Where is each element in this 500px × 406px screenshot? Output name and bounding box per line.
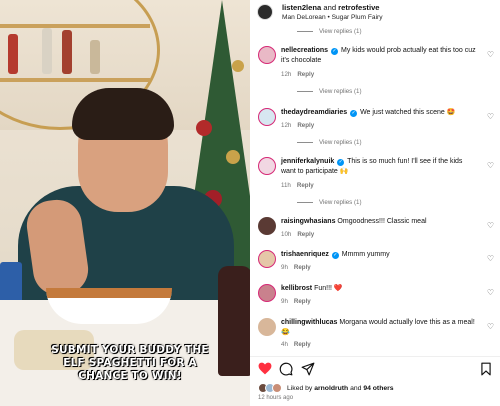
comment-username[interactable]: thedaydreamdiaries: [281, 109, 347, 116]
comment-text: trishaenriquez ✓ Mmmm yummy: [281, 250, 477, 260]
comment-username[interactable]: trishaenriquez: [281, 251, 329, 258]
comment-username[interactable]: chillingwithlucas: [281, 319, 337, 326]
actions-divider: [250, 356, 500, 357]
authors-conjunction: and: [321, 3, 339, 12]
comment-text: thedaydreamdiaries ✓ We just watched thi…: [281, 108, 477, 118]
view-replies-link[interactable]: View replies (1): [297, 199, 362, 206]
comment-meta: 12h Reply: [281, 71, 314, 78]
comment-text: kellibrost Fun!!! ❤️: [281, 284, 477, 294]
comment-text: raisingwhasians Omgoodness!!! Classic me…: [281, 217, 477, 227]
person-hair: [72, 88, 174, 140]
reply-button[interactable]: Reply: [294, 298, 311, 305]
comment-meta: 9h Reply: [281, 298, 311, 305]
comment-time: 11h: [281, 182, 291, 189]
comment-like-heart-icon[interactable]: ♡: [486, 50, 495, 59]
spaghetti-bowl: [46, 288, 172, 324]
reply-button[interactable]: Reply: [297, 71, 314, 78]
commenter-avatar[interactable]: [258, 108, 276, 126]
likes-others-link[interactable]: 94 others: [363, 385, 393, 392]
comment-body: Omgoodness!!! Classic meal: [337, 218, 427, 225]
syrup-bottle: [218, 266, 250, 376]
comment-username[interactable]: kellibrost: [281, 285, 312, 292]
comment-like-heart-icon[interactable]: ♡: [486, 221, 495, 230]
like-heart-icon[interactable]: [257, 362, 273, 378]
comment-username[interactable]: jenniferkalynuik: [281, 158, 334, 165]
comment-time: 10h: [281, 231, 292, 238]
comment-time: 9h: [281, 298, 288, 305]
comment-username[interactable]: raisingwhasians: [281, 218, 335, 225]
likes-text: Liked by arnoldruth and 94 others: [287, 384, 394, 392]
commenter-avatar[interactable]: [258, 318, 276, 336]
comment-text: chillingwithlucas Morgana would actually…: [281, 318, 477, 338]
comment-like-heart-icon[interactable]: ♡: [486, 112, 495, 121]
shelf-bottom: [0, 78, 150, 82]
commenter-avatar[interactable]: [258, 157, 276, 175]
post-video[interactable]: SUBMIT YOUR BUDDY THE ELF SPAGHETTI FOR …: [0, 0, 250, 406]
nutcracker-figure: [90, 40, 100, 74]
nutcracker-figure: [62, 30, 72, 74]
comment-like-heart-icon[interactable]: ♡: [486, 322, 495, 331]
view-replies-link[interactable]: View replies (1): [297, 28, 362, 35]
comment-like-heart-icon[interactable]: ♡: [486, 254, 495, 263]
reply-button[interactable]: Reply: [294, 341, 311, 348]
verified-badge-icon: ✓: [337, 159, 345, 166]
shelf-top: [0, 24, 150, 28]
view-replies-link[interactable]: View replies (1): [297, 88, 362, 95]
comment-like-heart-icon[interactable]: ♡: [486, 161, 495, 170]
post-authors: listen2lena and retrofestive: [282, 3, 380, 12]
comment-time: 12h: [281, 122, 292, 129]
comment-meta: 12h Reply: [281, 122, 314, 129]
post-header: listen2lena and retrofestive Man DeLorea…: [250, 0, 500, 26]
commenter-avatar[interactable]: [258, 284, 276, 302]
comments-list[interactable]: View replies (1) nellecreations ✓ My kid…: [250, 26, 500, 356]
liker-avatar: [272, 383, 282, 393]
comment-meta: 10h Reply: [281, 231, 314, 238]
view-replies-link[interactable]: View replies (1): [297, 139, 362, 146]
comment-meta: 9h Reply: [281, 264, 311, 271]
bookmark-icon[interactable]: [478, 362, 494, 378]
author-avatar[interactable]: [257, 4, 273, 20]
commenter-avatar[interactable]: [258, 250, 276, 268]
verified-badge-icon: ✓: [350, 110, 358, 117]
comment-body: We just watched this scene 🤩: [360, 109, 456, 116]
comment-meta: 11h Reply: [281, 182, 314, 189]
liker-username[interactable]: arnoldruth: [314, 385, 348, 392]
comment-text: jenniferkalynuik ✓ This is so much fun! …: [281, 157, 477, 177]
reply-button[interactable]: Reply: [294, 264, 311, 271]
comment-icon[interactable]: [278, 362, 294, 378]
reply-button[interactable]: Reply: [297, 122, 314, 129]
comment-username[interactable]: nellecreations: [281, 47, 328, 54]
commenter-avatar[interactable]: [258, 46, 276, 64]
comment-body: Fun!!! ❤️: [314, 285, 343, 292]
nutcracker-figure: [8, 34, 18, 74]
video-caption-overlay: SUBMIT YOUR BUDDY THE ELF SPAGHETTI FOR …: [51, 344, 209, 382]
verified-badge-icon: ✓: [331, 252, 339, 259]
verified-badge-icon: ✓: [331, 48, 339, 55]
comment-body: Mmmm yummy: [341, 251, 390, 258]
post-actions-bar: [250, 360, 500, 380]
post-timestamp: 12 hours ago: [258, 395, 294, 401]
nutcracker-figure: [42, 28, 52, 74]
likes-summary[interactable]: Liked by arnoldruth and 94 others: [258, 382, 498, 394]
reply-button[interactable]: Reply: [297, 182, 314, 189]
comment-time: 9h: [281, 264, 288, 271]
audio-track[interactable]: Man DeLorean • Sugar Plum Fairy: [282, 14, 383, 21]
comment-meta: 4h Reply: [281, 341, 311, 348]
comment-text: nellecreations ✓ My kids would prob actu…: [281, 46, 477, 66]
comment-like-heart-icon[interactable]: ♡: [486, 288, 495, 297]
author-username[interactable]: listen2lena: [282, 3, 321, 12]
comment-time: 4h: [281, 341, 288, 348]
paper-plane-icon[interactable]: [300, 362, 316, 378]
commenter-avatar[interactable]: [258, 217, 276, 235]
reply-button[interactable]: Reply: [297, 231, 314, 238]
post-details-panel: listen2lena and retrofestive Man DeLorea…: [250, 0, 500, 406]
comment-time: 12h: [281, 71, 292, 78]
collab-username[interactable]: retrofestive: [338, 3, 379, 12]
